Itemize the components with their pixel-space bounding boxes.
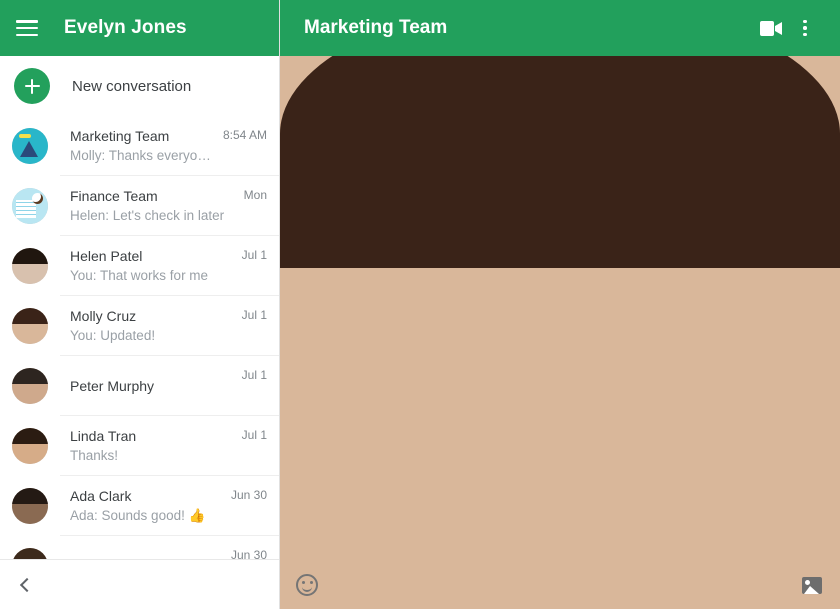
conversation-list[interactable]: Marketing Team Molly: Thanks everyone! 8:5… — [0, 116, 279, 609]
video-camera-icon[interactable] — [754, 11, 788, 45]
avatar — [12, 248, 48, 284]
conversation-text: Peter Murphy — [70, 378, 234, 395]
conversation-text: Molly Cruz You: Updated! — [70, 308, 234, 344]
avatar — [12, 188, 48, 224]
plus-icon — [14, 68, 50, 104]
conversation-text: Helen Patel You: That works for me — [70, 248, 234, 284]
conversation-item[interactable]: Molly Cruz You: Updated! Jul 1 — [0, 296, 279, 356]
conversation-item[interactable]: Finance Team Helen: Let's check in later M… — [0, 176, 279, 236]
emoji-smiley-icon[interactable] — [296, 574, 318, 596]
conversation-time: 8:54 AM — [222, 128, 267, 142]
chat-pane: Marketing Team Sounds goodTerry • Jul 1M… — [280, 0, 840, 609]
sidebar-footer — [0, 559, 279, 609]
message-avatar — [280, 0, 840, 609]
conversation-name: Finance Team — [70, 188, 158, 204]
conversation-name: Helen Patel — [70, 248, 143, 264]
conversation-item[interactable]: Ada Clark Ada: Sounds good! 👍 Jun 30 — [0, 476, 279, 536]
insert-image-icon[interactable] — [802, 576, 822, 594]
message-incoming[interactable]: Looks like we'll have a full agenda Than… — [280, 0, 840, 609]
chevron-left-icon[interactable] — [19, 577, 35, 592]
chat-title: Marketing Team — [304, 17, 448, 38]
conversation-text: Ada Clark Ada: Sounds good! 👍 — [70, 488, 223, 524]
conversation-time: Jul 1 — [241, 308, 267, 322]
conversation-preview: Thanks! — [70, 448, 119, 463]
conversation-item[interactable]: Peter Murphy Jul 1 — [0, 356, 279, 416]
conversation-text: Marketing Team Molly: Thanks everyone! — [70, 128, 215, 164]
chat-header: Marketing Team — [280, 0, 840, 56]
conversation-time: Jul 1 — [241, 368, 267, 382]
app-root: Evelyn Jones New conversation Marketing … — [0, 0, 840, 609]
avatar — [12, 488, 48, 524]
conversation-time: Jul 1 — [241, 428, 267, 442]
new-conversation-button[interactable]: New conversation — [0, 56, 279, 116]
sidebar: Evelyn Jones New conversation Marketing … — [0, 0, 280, 609]
conversation-preview: You: That works for me — [70, 268, 209, 283]
message-group: Looks like we'll have a full agenda Than… — [280, 0, 840, 609]
conversation-name: Peter Murphy — [70, 377, 155, 394]
conversation-name: Marketing Team — [70, 128, 170, 144]
account-name: Evelyn Jones — [64, 17, 187, 38]
conversation-time: Jun 30 — [230, 488, 267, 502]
conversation-preview: Ada: Sounds good! 👍 — [70, 508, 206, 523]
conversation-preview: You: Updated! — [70, 328, 156, 343]
message-list[interactable]: Sounds goodTerry • Jul 1Morning team. I … — [280, 0, 840, 609]
avatar — [12, 128, 48, 164]
conversation-item[interactable]: Linda Tran Thanks! Jul 1 — [0, 416, 279, 476]
conversation-time: Jul 1 — [241, 248, 267, 262]
new-conversation-label: New conversation — [72, 77, 192, 95]
conversation-text: Linda Tran Thanks! — [70, 428, 234, 464]
hamburger-menu-icon[interactable] — [16, 20, 38, 36]
conversation-time: Mon — [243, 188, 267, 202]
conversation-item[interactable]: Helen Patel You: That works for me Jul 1 — [0, 236, 279, 296]
avatar — [12, 308, 48, 344]
more-vertical-icon[interactable] — [788, 11, 822, 45]
conversation-name: Ada Clark — [70, 488, 132, 504]
avatar — [12, 368, 48, 404]
conversation-text: Finance Team Helen: Let's check in later — [70, 188, 236, 224]
conversation-name: Linda Tran — [70, 428, 137, 444]
sidebar-header: Evelyn Jones — [0, 0, 279, 56]
conversation-preview: Helen: Let's check in later — [70, 208, 225, 223]
conversation-preview: Molly: Thanks everyone! — [70, 148, 215, 163]
conversation-item[interactable]: Marketing Team Molly: Thanks everyone! 8:5… — [0, 116, 279, 176]
avatar — [12, 428, 48, 464]
conversation-name: Molly Cruz — [70, 308, 137, 324]
